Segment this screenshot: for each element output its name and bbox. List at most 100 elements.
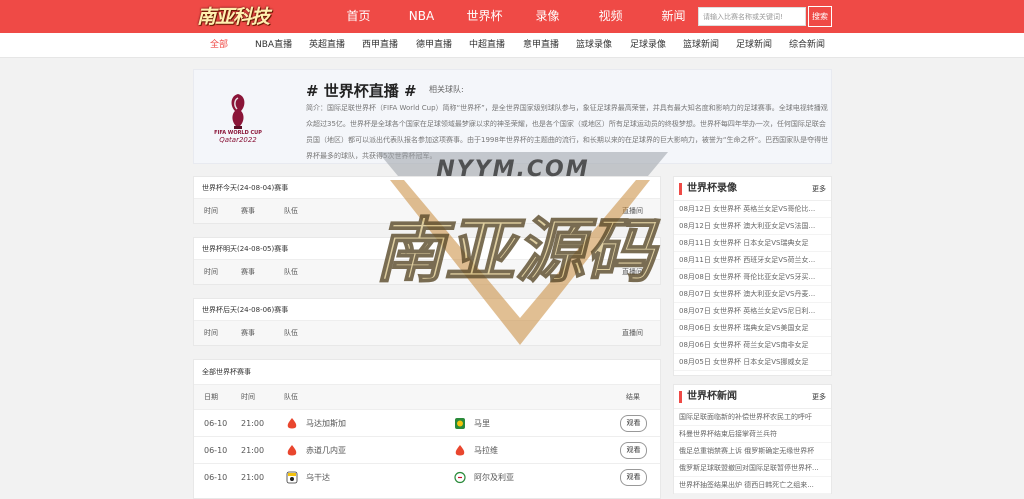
subnav-basket-replay[interactable]: 篮球录像 (576, 33, 612, 58)
related-teams-label: 相关球队: (429, 85, 464, 94)
search-input[interactable]: 请输入比赛名称或关键词! (698, 7, 806, 26)
team-flag-icon (455, 445, 465, 456)
today-matches-panel: 世界杯今天(24-08-04)赛事 时间 赛事 队伍 直播间 (193, 176, 661, 224)
col-result: 结果 (626, 393, 640, 401)
news-item[interactable]: 科曼世界杯结束后接掌荷兰兵符 (674, 426, 831, 443)
subnav-all[interactable]: 全部 (210, 33, 228, 58)
away-team[interactable]: 马里 (474, 410, 490, 437)
video-item[interactable]: 08月05日 女世界杯 日本女足VS挪威女足 (674, 354, 831, 371)
away-team[interactable]: 阿尔及利亚 (474, 464, 514, 491)
col-teams: 队伍 (284, 393, 298, 401)
video-item[interactable]: 08月07日 女世界杯 澳大利亚女足VS丹麦... (674, 286, 831, 303)
subnav-bundesliga[interactable]: 德甲直播 (416, 33, 452, 58)
nav-nba[interactable]: NBA (390, 0, 453, 33)
svg-text:Qatar2022: Qatar2022 (219, 136, 257, 144)
subnav-nba[interactable]: NBA直播 (255, 33, 292, 58)
video-item[interactable]: 08月12日 女世界杯 澳大利亚女足VS法国... (674, 218, 831, 235)
col-date: 日期 (204, 393, 218, 401)
match-date: 06-10 (204, 473, 228, 482)
col-live: 直播间 (622, 329, 643, 337)
subnav-premier[interactable]: 英超直播 (309, 33, 345, 58)
subnav-football-replay[interactable]: 足球录像 (630, 33, 666, 58)
main-nav: 首页 NBA 世界杯 录像 视频 新闻 (327, 0, 705, 33)
nav-video[interactable]: 视频 (579, 0, 642, 33)
news-item[interactable]: 国际足联面临新的补偿世界杯农民工的呼吁 (674, 409, 831, 426)
col-event: 赛事 (241, 207, 255, 215)
col-live: 直播间 (622, 268, 643, 276)
sidebar-news-title: 世界杯新闻 (687, 391, 737, 402)
col-event: 赛事 (241, 268, 255, 276)
panel-title: 全部世界杯赛事 (194, 360, 660, 385)
home-team[interactable]: 赤道几内亚 (306, 437, 346, 464)
nav-worldcup[interactable]: 世界杯 (453, 0, 516, 33)
video-item[interactable]: 08月06日 女世界杯 瑞典女足VS美国女足 (674, 320, 831, 337)
col-time: 时间 (204, 329, 218, 337)
team-flag-icon (455, 418, 465, 429)
match-time: 21:00 (241, 473, 265, 482)
column-header: 时间 赛事 队伍 直播间 (194, 260, 660, 284)
match-date: 06-10 (204, 419, 228, 428)
more-link[interactable]: 更多 (812, 177, 826, 201)
accent-bar (679, 391, 682, 403)
intro-description: 简介：国际足联世界杯（FIFA World Cup）简称“世界杯”，是全世界国家… (306, 104, 829, 160)
col-time: 时间 (204, 207, 218, 215)
away-team[interactable]: 马拉维 (474, 437, 498, 464)
news-item[interactable]: 世界杯抽签结果出炉 德西日韩死亡之组来... (674, 477, 831, 494)
site-logo[interactable]: 南亚科技 (197, 2, 283, 30)
match-time: 21:00 (241, 446, 265, 455)
news-item[interactable]: 俄足总重销禁赛上诉 俄罗斯确定无缘世界杯 (674, 443, 831, 460)
column-header: 日期 时间 队伍 结果 (194, 385, 660, 409)
all-matches-panel: 全部世界杯赛事 日期 时间 队伍 结果 06-10 21:00 马达加斯加 马里… (193, 359, 661, 499)
column-header: 时间 赛事 队伍 直播间 (194, 199, 660, 223)
top-header: 南亚科技 首页 NBA 世界杯 录像 视频 新闻 请输入比赛名称或关键词! 搜索 (0, 0, 1024, 33)
subnav-seriea[interactable]: 意甲直播 (523, 33, 559, 58)
video-item[interactable]: 08月06日 女世界杯 荷兰女足VS南非女足 (674, 337, 831, 354)
video-list: 08月12日 女世界杯 英格兰女足VS哥伦比... 08月12日 女世界杯 澳大… (674, 201, 831, 371)
team-flag-icon (287, 445, 297, 456)
video-item[interactable]: 08月08日 女世界杯 哥伦比亚女足VS牙买... (674, 269, 831, 286)
nav-replay[interactable]: 录像 (516, 0, 579, 33)
nav-news[interactable]: 新闻 (642, 0, 705, 33)
subnav-football-news[interactable]: 足球新闻 (736, 33, 772, 58)
video-item[interactable]: 08月11日 女世界杯 西班牙女足VS荷兰女... (674, 252, 831, 269)
match-row: 06-10 21:00 马达加斯加 马里 观看 (194, 409, 660, 436)
world-cup-logo-text: FIFA WORLD CUP Qatar2022 (214, 130, 262, 144)
video-item[interactable]: 08月07日 女世界杯 英格兰女足VS尼日利... (674, 303, 831, 320)
intro-title: # 世界杯直播 # (306, 82, 417, 100)
subnav-csl[interactable]: 中超直播 (469, 33, 505, 58)
home-team[interactable]: 乌干达 (306, 464, 330, 491)
watch-button[interactable]: 观看 (620, 469, 647, 486)
sidebar-video-header: 世界杯录像 更多 (674, 177, 831, 201)
subnav-basket-news[interactable]: 篮球新闻 (683, 33, 719, 58)
watch-button[interactable]: 观看 (620, 442, 647, 459)
match-row: 06-10 21:00 赤道几内亚 马拉维 观看 (194, 436, 660, 463)
subnav-general-news[interactable]: 综合新闻 (789, 33, 825, 58)
news-item[interactable]: 俄罗斯足球联盟撤回对国际足联暂停世界杯... (674, 460, 831, 477)
panel-title: 世界杯后天(24-08-06)赛事 (194, 299, 660, 321)
worldcup-intro: FIFA WORLD CUP Qatar2022 # 世界杯直播 # 相关球队:… (193, 69, 832, 164)
col-teams: 队伍 (284, 207, 298, 215)
home-team[interactable]: 马达加斯加 (306, 410, 346, 437)
news-list: 国际足联面临新的补偿世界杯农民工的呼吁 科曼世界杯结束后接掌荷兰兵符 俄足总重销… (674, 409, 831, 494)
sidebar-video-panel: 世界杯录像 更多 08月12日 女世界杯 英格兰女足VS哥伦比... 08月12… (673, 176, 832, 376)
panel-title: 世界杯明天(24-08-05)赛事 (194, 238, 660, 260)
col-teams: 队伍 (284, 268, 298, 276)
subnav-laliga[interactable]: 西甲直播 (362, 33, 398, 58)
video-item[interactable]: 08月11日 女世界杯 日本女足VS瑞典女足 (674, 235, 831, 252)
more-link[interactable]: 更多 (812, 385, 826, 409)
sidebar-news-header: 世界杯新闻 更多 (674, 385, 831, 409)
nav-home[interactable]: 首页 (327, 0, 390, 33)
col-event: 赛事 (241, 329, 255, 337)
team-flag-icon (454, 471, 466, 484)
watch-button[interactable]: 观看 (620, 415, 647, 432)
sidebar-video-title: 世界杯录像 (687, 183, 737, 194)
col-teams: 队伍 (284, 329, 298, 337)
search-button[interactable]: 搜索 (808, 6, 832, 27)
panel-title: 世界杯今天(24-08-04)赛事 (194, 177, 660, 199)
col-time: 时间 (241, 393, 255, 401)
video-item[interactable]: 08月12日 女世界杯 英格兰女足VS哥伦比... (674, 201, 831, 218)
sidebar-news-panel: 世界杯新闻 更多 国际足联面临新的补偿世界杯农民工的呼吁 科曼世界杯结束后接掌荷… (673, 384, 832, 494)
column-header: 时间 赛事 队伍 直播间 (194, 321, 660, 345)
tomorrow-matches-panel: 世界杯明天(24-08-05)赛事 时间 赛事 队伍 直播间 (193, 237, 661, 285)
col-live: 直播间 (622, 207, 643, 215)
